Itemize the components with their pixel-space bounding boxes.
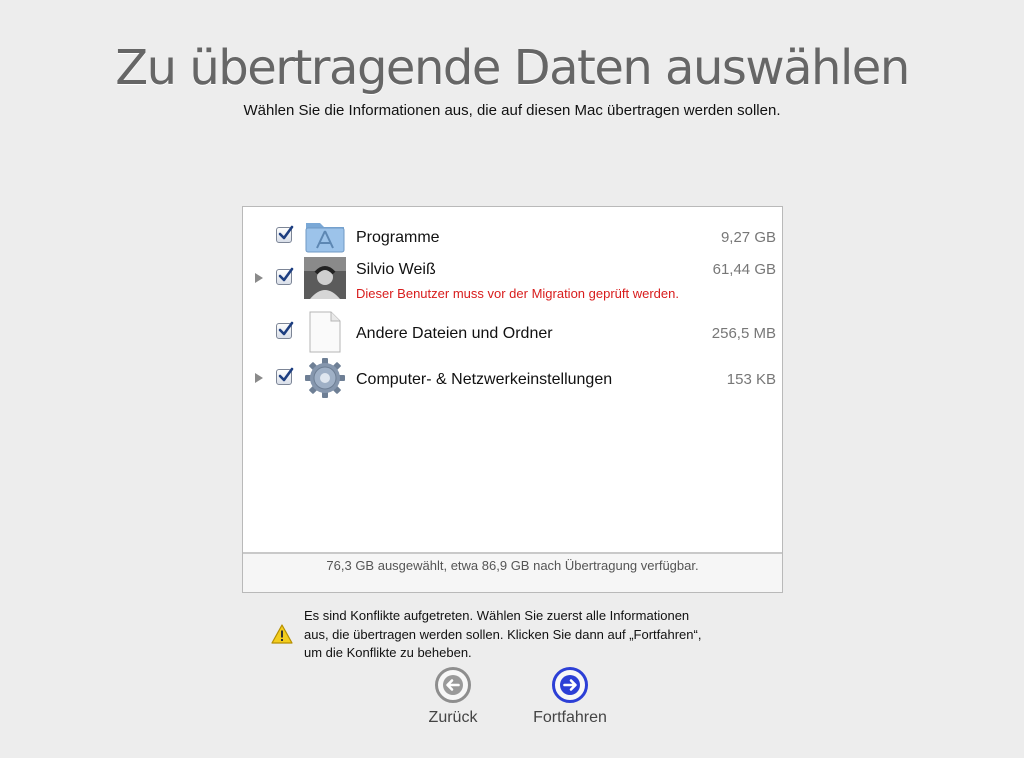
arrow-right-circle-icon[interactable] [551, 666, 589, 704]
list-item-user[interactable]: Silvio Weiß 61,44 GB Dieser Benutzer mus… [243, 257, 782, 309]
panel-footer: 76,3 GB ausgewählt, etwa 86,9 GB nach Üb… [243, 552, 782, 592]
disclosure-triangle-icon[interactable] [255, 273, 263, 283]
checkbox-user[interactable] [276, 267, 294, 285]
conflict-line: um die Konflikte zu beheben. [304, 645, 472, 660]
conflict-message: Es sind Konflikte aufgetreten. Wählen Si… [304, 607, 804, 663]
item-label: Computer- & Netzwerkeinstellungen [356, 371, 613, 388]
item-size: 153 KB [726, 371, 776, 388]
page-subtitle: Wählen Sie die Informationen aus, die au… [243, 102, 781, 119]
disclosure-triangle-icon[interactable] [255, 373, 263, 383]
checkbox-other-files[interactable] [276, 321, 294, 339]
list-item-programme[interactable]: Programme 9,27 GB [243, 213, 782, 259]
item-size: 9,27 GB [720, 229, 776, 246]
list-item-settings[interactable]: Computer- & Netzwerkeinstellungen 153 KB [243, 355, 782, 401]
page-title: Zu übertragende Daten auswählen [115, 40, 910, 96]
gear-icon [304, 357, 346, 399]
back-button[interactable]: Zurück [403, 666, 503, 727]
checkbox-settings[interactable] [276, 367, 294, 385]
list-item-other-files[interactable]: Andere Dateien und Ordner 256,5 MB [243, 309, 782, 355]
conflict-line: aus, die übertragen werden sollen. Klick… [304, 626, 702, 642]
item-size: 256,5 MB [711, 325, 776, 342]
item-size: 61,44 GB [712, 261, 776, 278]
selection-summary: 76,3 GB ausgewählt, etwa 86,9 GB nach Üb… [326, 558, 699, 573]
document-icon [304, 311, 346, 353]
continue-label[interactable]: Fortfahren [520, 709, 620, 727]
item-label: Silvio Weiß [356, 261, 436, 278]
user-warning-text: Dieser Benutzer muss vor der Migration g… [356, 286, 679, 301]
user-photo-icon [304, 257, 346, 299]
transfer-list: Programme 9,27 GB Silvio Weiß 61,44 GB D… [242, 206, 783, 593]
continue-button[interactable]: Fortfahren [520, 666, 620, 727]
checkbox-programme[interactable] [276, 225, 294, 243]
item-label: Andere Dateien und Ordner [356, 325, 553, 342]
arrow-left-circle-icon[interactable] [434, 666, 472, 704]
warning-icon [271, 624, 293, 644]
item-label: Programme [356, 229, 440, 246]
applications-folder-icon [304, 215, 346, 257]
conflict-line: Es sind Konflikte aufgetreten. Wählen Si… [304, 608, 690, 623]
back-label[interactable]: Zurück [403, 709, 503, 727]
